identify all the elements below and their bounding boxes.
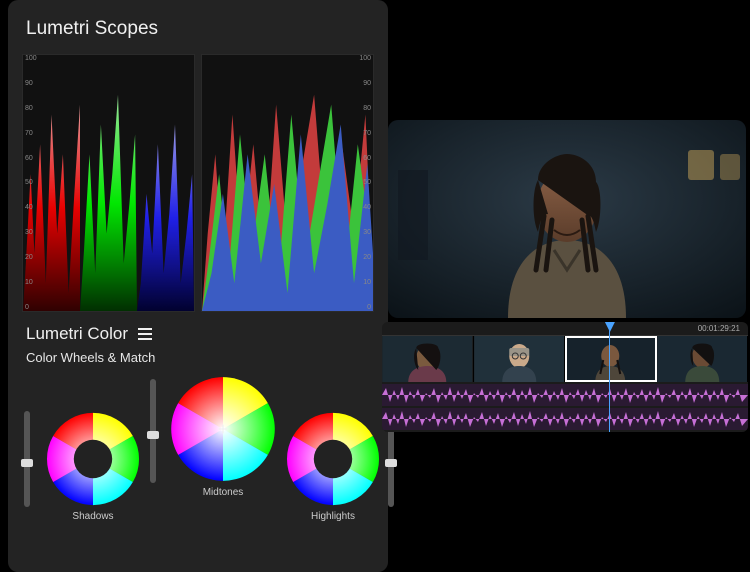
scopes-row: 1009080706050403020100 xyxy=(22,54,374,312)
color-title-row: Lumetri Color xyxy=(26,324,374,344)
shadows-luma-slider[interactable] xyxy=(24,411,30,507)
panel-menu-icon[interactable] xyxy=(136,326,154,342)
playhead[interactable] xyxy=(609,322,610,432)
scope-waveform[interactable]: 1009080706050403020100 xyxy=(201,54,374,312)
section-title: Color Wheels & Match xyxy=(26,350,374,365)
scope-rgb-parade[interactable]: 1009080706050403020100 xyxy=(22,54,195,312)
clip-thumb[interactable] xyxy=(565,336,657,382)
scope-ruler: 1009080706050403020100 xyxy=(25,55,45,311)
clip-thumb[interactable] xyxy=(657,336,749,382)
audio-lane[interactable] xyxy=(382,384,748,406)
highlights-wheel[interactable]: Highlights xyxy=(280,411,386,522)
midtones-wheel[interactable]: Midtones xyxy=(164,375,282,498)
timeline[interactable]: 00:01:29:21 xyxy=(382,322,748,432)
color-wheels: Shadows xyxy=(22,375,374,572)
clip-thumb[interactable] xyxy=(382,336,474,382)
scope-ruler: 1009080706050403020100 xyxy=(351,55,371,311)
audio-lane[interactable] xyxy=(382,408,748,430)
shadows-wheel[interactable]: Shadows xyxy=(40,411,146,522)
audio-tracks xyxy=(382,382,748,432)
program-monitor[interactable] xyxy=(388,120,746,318)
clip-thumb[interactable] xyxy=(474,336,566,382)
scopes-title: Lumetri Scopes xyxy=(26,18,374,40)
timecode-bar: 00:01:29:21 xyxy=(382,322,748,336)
timecode: 00:01:29:21 xyxy=(698,324,740,333)
video-track xyxy=(382,336,748,382)
midtones-luma-slider[interactable] xyxy=(150,379,156,483)
color-title: Lumetri Color xyxy=(26,324,128,344)
lumetri-panel: Lumetri Scopes 1009080706050403020100 xyxy=(8,0,388,572)
